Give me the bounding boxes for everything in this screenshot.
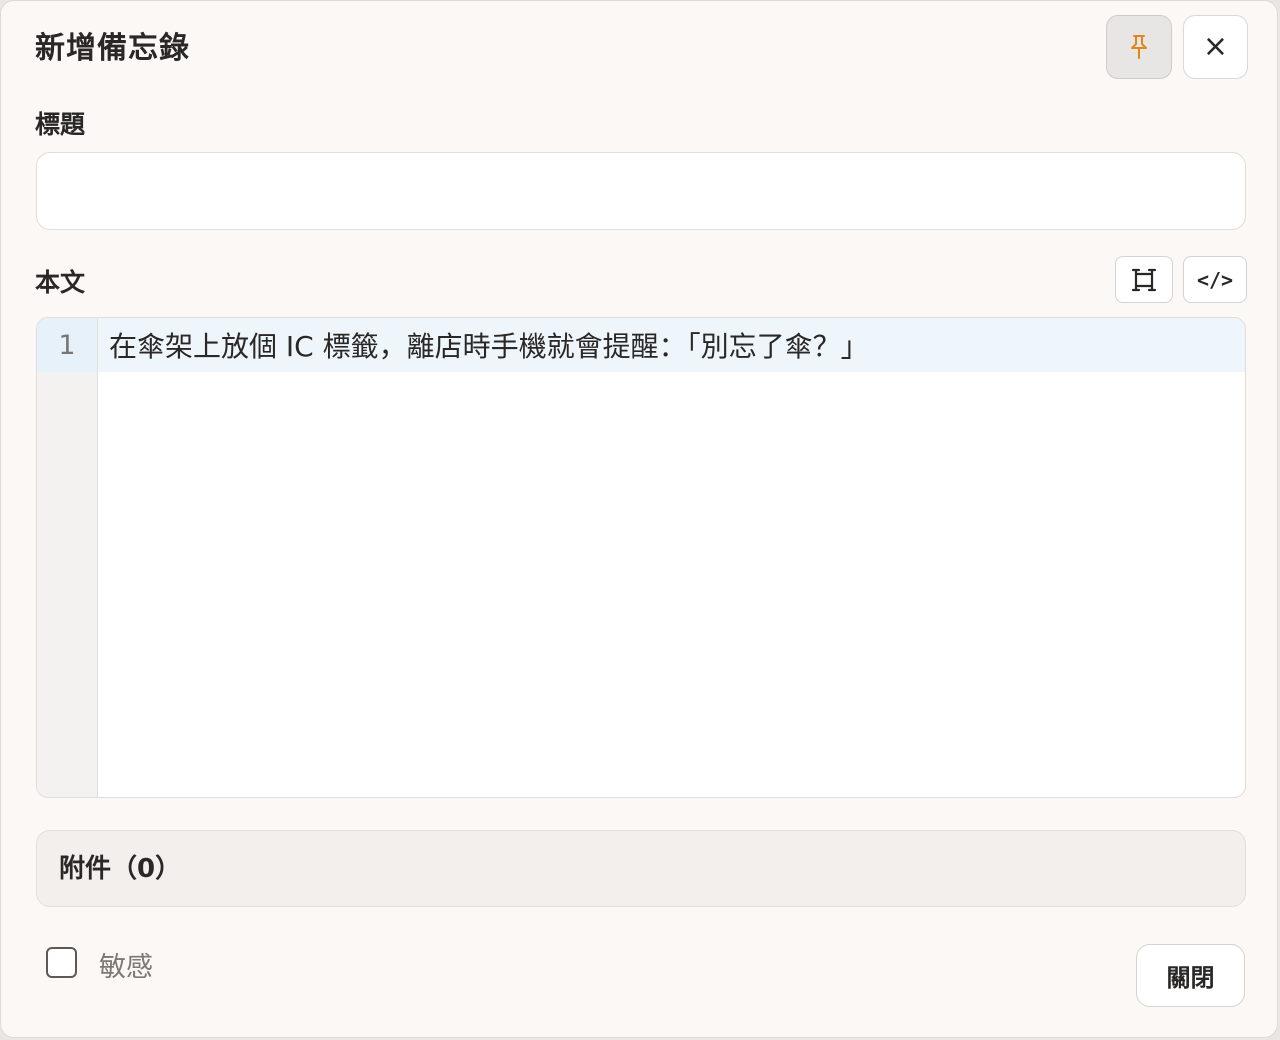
close-button[interactable]: 關閉 — [1136, 944, 1245, 1007]
line-number-gutter — [37, 318, 98, 797]
dialog-title: 新增備忘錄 — [35, 31, 190, 66]
code-view-button[interactable]: </> — [1183, 256, 1247, 303]
line-number: 1 — [37, 318, 97, 372]
close-icon: × — [1202, 29, 1229, 64]
expand-editor-button[interactable] — [1115, 256, 1173, 303]
pin-button[interactable] — [1106, 15, 1172, 79]
pin-icon — [1131, 35, 1147, 59]
sensitive-checkbox[interactable] — [46, 947, 77, 978]
editor-line[interactable]: 在傘架上放個 IC 標籤，離店時手機就會提醒：「別忘了傘？」 — [109, 318, 869, 372]
body-label: 本文 — [35, 268, 86, 297]
code-icon: </> — [1196, 267, 1234, 292]
attachments-label: 附件（0） — [59, 854, 182, 884]
title-input[interactable] — [36, 152, 1246, 230]
expand-icon — [1131, 268, 1157, 291]
title-label: 標題 — [35, 110, 86, 139]
new-memo-dialog: 新增備忘錄 × 標題 本文 </> 1 在傘架上放個 IC 標籤，離店時手機就會… — [0, 0, 1278, 1038]
attachments-section[interactable]: 附件（0） — [36, 830, 1246, 907]
close-dialog-button[interactable]: × — [1183, 15, 1248, 79]
sensitive-label[interactable]: 敏感 — [99, 945, 153, 984]
body-editor[interactable]: 1 在傘架上放個 IC 標籤，離店時手機就會提醒：「別忘了傘？」 — [36, 317, 1246, 798]
